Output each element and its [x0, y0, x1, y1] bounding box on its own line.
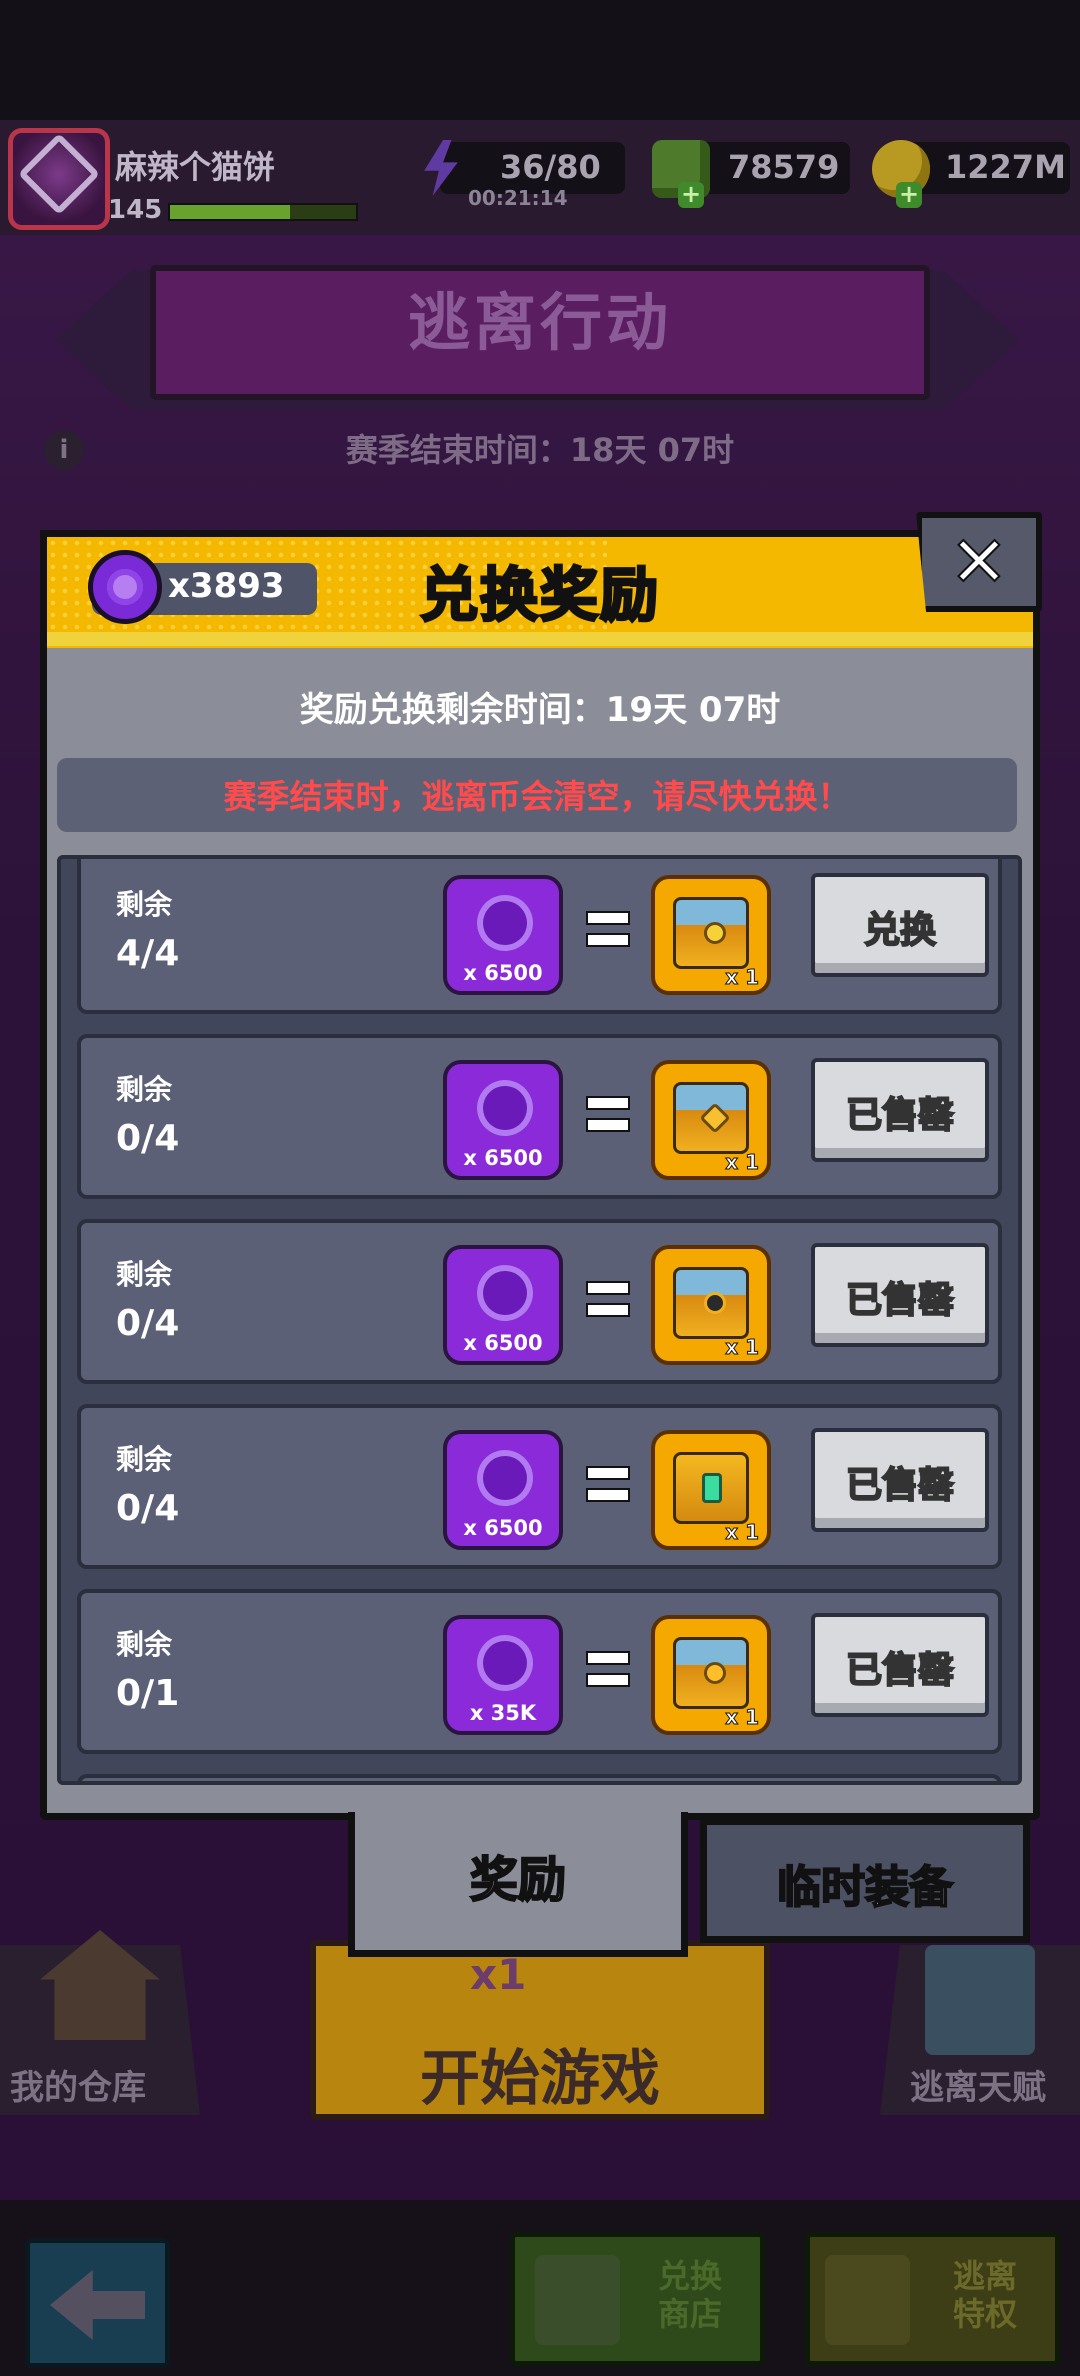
escape-coin-icon	[477, 1265, 533, 1321]
reward-quantity: x 1	[725, 1150, 760, 1175]
system-status-area	[0, 0, 1080, 120]
exchange-button[interactable]: 兑换	[811, 873, 989, 977]
modal-title: 兑换奖励	[418, 560, 660, 631]
remaining-label: 剩余	[116, 1628, 173, 1661]
add-coins-icon[interactable]: +	[896, 182, 922, 208]
reward-row-partial	[77, 1774, 1002, 1781]
remaining-count: 0/4	[116, 1303, 180, 1344]
tab-rewards[interactable]: 奖励	[348, 1812, 688, 1957]
mode-title: 逃离行动	[407, 286, 672, 359]
shop-icon	[535, 2255, 620, 2345]
cost-tile: x 35K	[443, 1615, 563, 1735]
privilege-icon	[825, 2255, 910, 2345]
escape-coin-icon	[88, 550, 162, 624]
cost-tile: x 6500	[443, 1245, 563, 1365]
remaining-count: 0/1	[116, 1673, 180, 1714]
cost-amount: x 6500	[463, 1331, 543, 1355]
remaining-label: 剩余	[116, 1258, 173, 1291]
sold-out-button[interactable]: 已售罄	[811, 1428, 989, 1532]
chest-icon	[673, 1267, 749, 1339]
talent-icon	[925, 1945, 1035, 2055]
coin-value: 1227M	[945, 148, 1066, 186]
reward-tile[interactable]: x 1	[651, 1245, 771, 1365]
equals-icon	[586, 1090, 630, 1138]
energy-timer: 00:21:14	[468, 186, 568, 210]
player-name: 麻辣个猫饼	[115, 148, 276, 186]
shop-label-line1: 兑换	[657, 2257, 722, 2295]
chest-icon	[673, 897, 749, 969]
remaining-label: 剩余	[116, 1443, 173, 1476]
reward-quantity: x 1	[725, 965, 760, 990]
reward-tile[interactable]: x 1	[651, 875, 771, 995]
notice-text: 赛季结束时，逃离币会清空，请尽快兑换！	[223, 777, 851, 816]
equals-icon	[586, 1460, 630, 1508]
warehouse-label: 我的仓库	[10, 2068, 146, 2108]
close-icon[interactable]: ✕	[916, 512, 1042, 612]
xp-bar-fill	[170, 205, 290, 219]
header-stripe	[47, 632, 1033, 646]
escape-coin-icon	[477, 895, 533, 951]
reward-tile[interactable]: x 1	[651, 1615, 771, 1735]
remaining-label: 剩余	[116, 888, 173, 921]
privilege-label-line1: 逃离	[952, 2257, 1017, 2295]
equals-icon	[586, 905, 630, 953]
reward-row: 剩余 4/4 x 6500 x 1 兑换	[77, 859, 1002, 1014]
add-cubes-icon[interactable]: +	[678, 182, 704, 208]
escape-coin-icon	[477, 1080, 533, 1136]
cost-tile: x 6500	[443, 1430, 563, 1550]
sold-out-button[interactable]: 已售罄	[811, 1058, 989, 1162]
chest-icon	[673, 1452, 749, 1524]
cost-amount: x 6500	[463, 961, 543, 985]
sold-out-label: 已售罄	[845, 1649, 955, 1692]
remaining-count: 0/4	[116, 1118, 180, 1159]
exchange-button-label: 兑换	[863, 909, 937, 952]
escape-coin-icon	[477, 1635, 533, 1691]
remaining-count: 0/4	[116, 1488, 180, 1529]
sold-out-label: 已售罄	[845, 1464, 955, 1507]
cost-amount: x 35K	[469, 1701, 537, 1725]
remaining-count: 4/4	[116, 933, 180, 974]
start-energy-cost: x1	[470, 1950, 527, 1999]
energy-value: 36/80	[500, 148, 601, 186]
cost-amount: x 6500	[463, 1516, 543, 1540]
reward-quantity: x 1	[725, 1705, 760, 1730]
reward-tile[interactable]: x 1	[651, 1060, 771, 1180]
reward-row: 剩余 0/4 x 6500 x 1 已售罄	[77, 1034, 1002, 1199]
remaining-label: 剩余	[116, 1073, 173, 1106]
equals-icon	[586, 1645, 630, 1693]
privilege-label-line2: 特权	[952, 2295, 1017, 2333]
reward-tile[interactable]: x 1	[651, 1430, 771, 1550]
cost-tile: x 6500	[443, 875, 563, 995]
sold-out-button[interactable]: 已售罄	[811, 1243, 989, 1347]
reward-quantity: x 1	[725, 1520, 760, 1545]
sold-out-button[interactable]: 已售罄	[811, 1613, 989, 1717]
reward-row: 剩余 0/1 x 35K x 1 已售罄	[77, 1589, 1002, 1754]
reward-row: 剩余 0/4 x 6500 x 1 已售罄	[77, 1404, 1002, 1569]
gem-count: x3893	[168, 566, 285, 606]
reward-list[interactable]: 剩余 4/4 x 6500 x 1 兑换 剩余 0/4 x 6500 x 1 已…	[57, 855, 1022, 1785]
reward-quantity: x 1	[725, 1335, 760, 1360]
season-end-time: 赛季结束时间：18天 07时	[345, 431, 735, 469]
sold-out-label: 已售罄	[845, 1279, 955, 1322]
chest-icon	[673, 1082, 749, 1154]
start-game-label: 开始游戏	[420, 2044, 660, 2114]
cost-amount: x 6500	[463, 1146, 543, 1170]
cost-tile: x 6500	[443, 1060, 563, 1180]
sold-out-label: 已售罄	[845, 1094, 955, 1137]
escape-coin-icon	[477, 1450, 533, 1506]
tab-rewards-label: 奖励	[469, 1851, 567, 1909]
cube-value: 78579	[728, 148, 840, 186]
chest-icon	[673, 1637, 749, 1709]
equals-icon	[586, 1275, 630, 1323]
player-level: 145	[108, 195, 163, 225]
talent-label: 逃离天赋	[910, 2068, 1046, 2108]
tab-temp-equipment-label: 临时装备	[776, 1861, 954, 1914]
tab-temp-equipment[interactable]: 临时装备	[700, 1818, 1030, 1943]
exchange-remaining-time: 奖励兑换剩余时间：19天 07时	[299, 690, 781, 730]
reward-row: 剩余 0/4 x 6500 x 1 已售罄	[77, 1219, 1002, 1384]
shop-label-line2: 商店	[657, 2295, 722, 2333]
